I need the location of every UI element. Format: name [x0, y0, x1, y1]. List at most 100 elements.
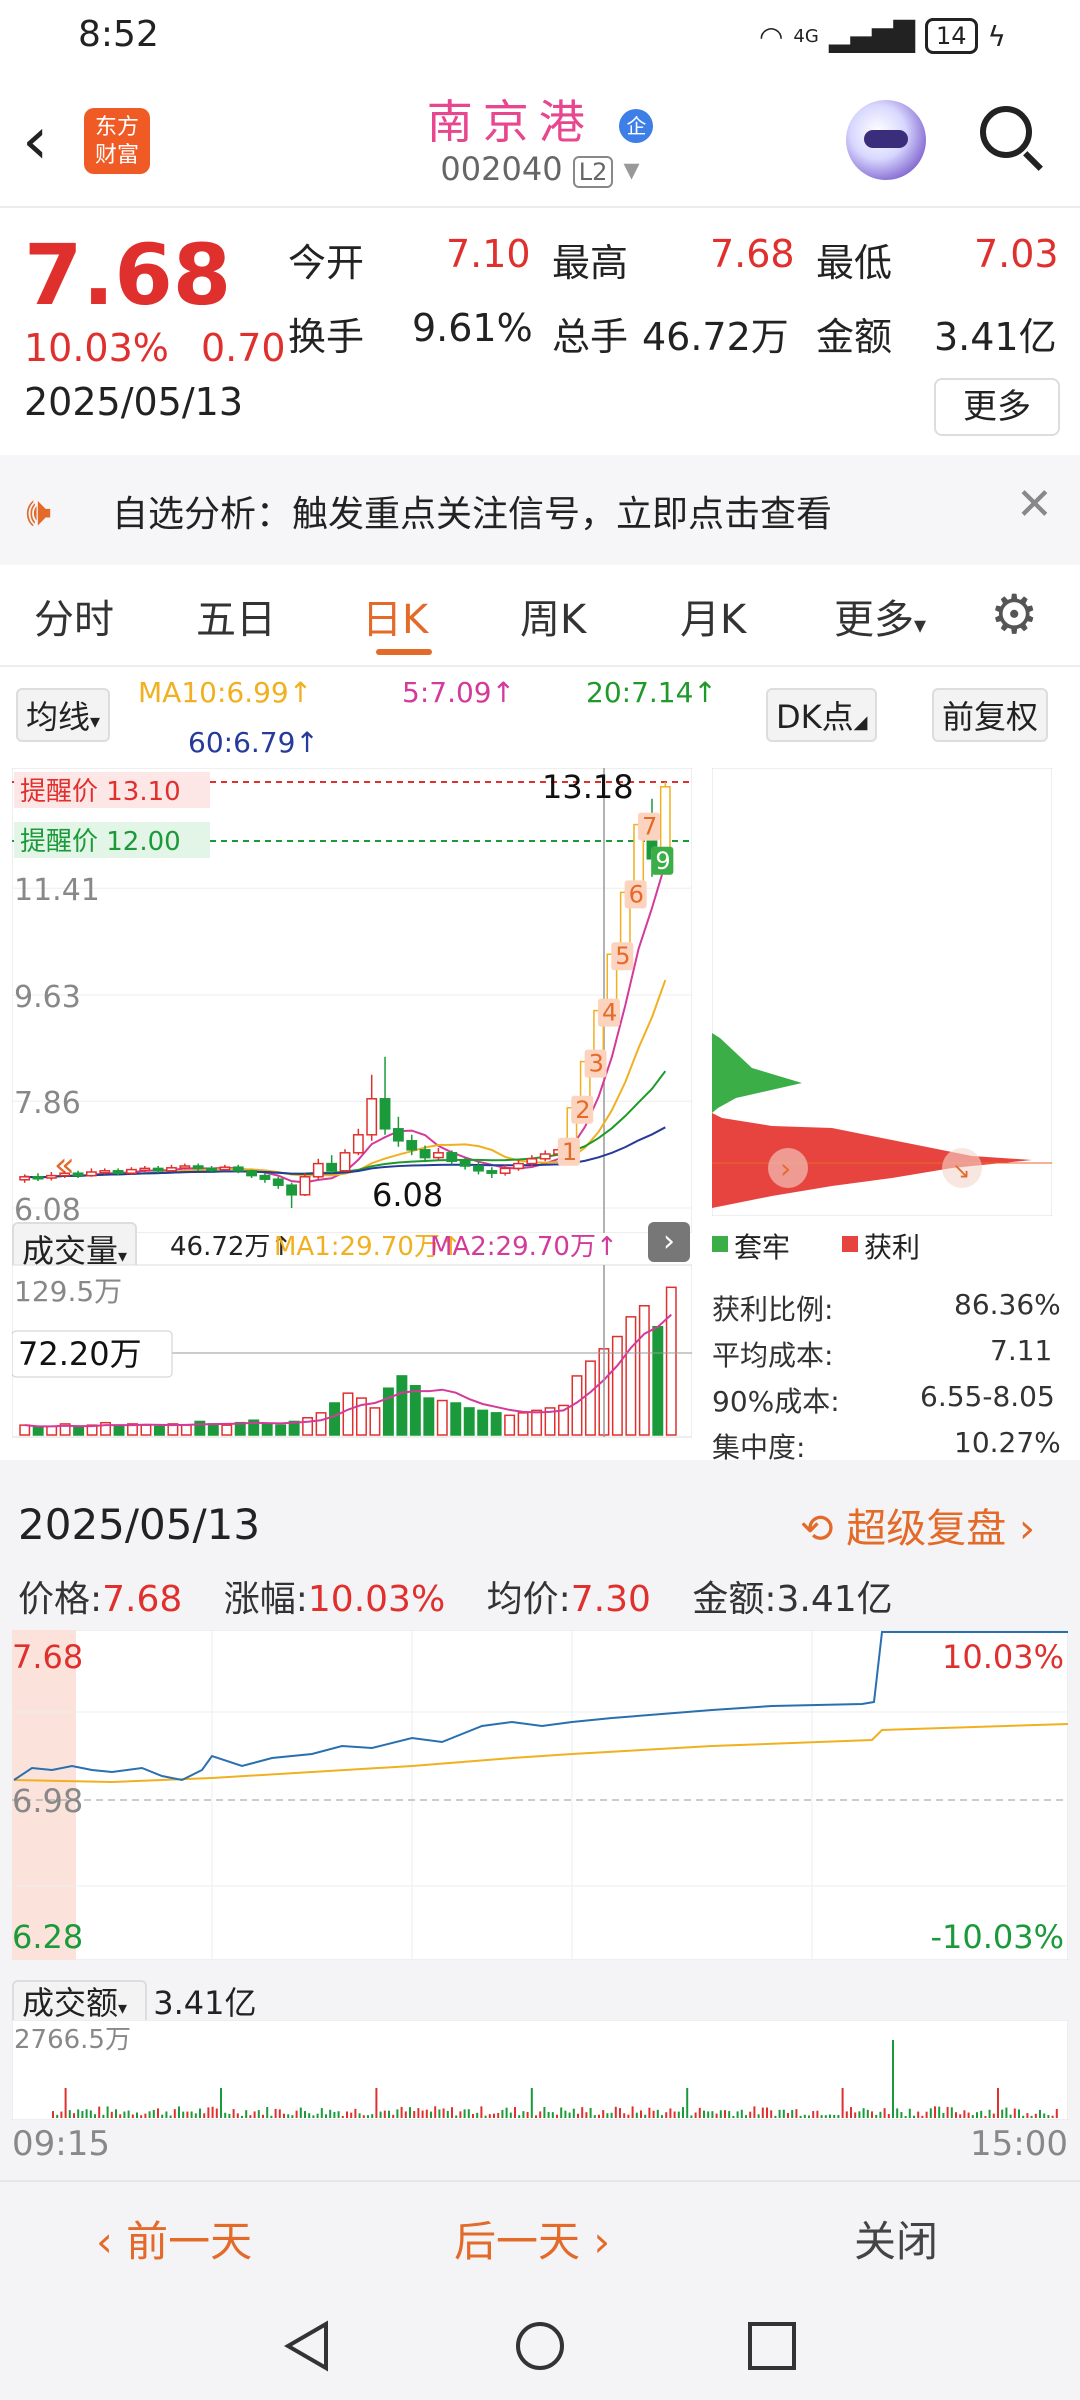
- amount-bar: [312, 2115, 315, 2118]
- max-price-label: 13.18: [542, 768, 634, 806]
- amount-bar: [400, 2106, 403, 2118]
- signal-alert-banner[interactable]: 🕪 自选分析：触发重点关注信号，立即点击查看 ✕: [0, 455, 1080, 565]
- amount-bar: [1001, 2109, 1004, 2118]
- amount-bar: [144, 2113, 147, 2118]
- super-review-link[interactable]: ⟲ 超级复盘 ›: [800, 1496, 1035, 1554]
- intraday-y-mid: 6.98: [12, 1782, 83, 1820]
- amount-bar: [1034, 2113, 1037, 2118]
- volume-bar: [409, 1385, 421, 1436]
- chevron-right-icon: ›: [1018, 1506, 1035, 1552]
- intraday-pct-top: 10.03%: [942, 1638, 1064, 1676]
- amount-bar: [845, 2111, 848, 2118]
- chip-distribution[interactable]: › ↘: [712, 768, 1052, 1216]
- adjust-selector[interactable]: 前复权: [932, 688, 1049, 742]
- amount-bar: [602, 2110, 605, 2118]
- tab-five-day[interactable]: 五日: [196, 587, 276, 645]
- tab-daily-k[interactable]: 日K: [362, 587, 428, 645]
- amount-bar: [992, 2113, 995, 2118]
- volume-bar: [436, 1399, 448, 1436]
- tab-weekly-k[interactable]: 周K: [520, 587, 586, 645]
- volume-chart[interactable]: 129.5万 72.20万: [12, 1235, 692, 1445]
- amount-bar: [228, 2113, 231, 2118]
- amount-bar: [787, 2113, 789, 2118]
- collapse-left-icon[interactable]: «: [54, 1145, 75, 1185]
- close-icon[interactable]: ✕: [1016, 479, 1053, 530]
- search-icon[interactable]: [980, 106, 1032, 158]
- dk-point-selector[interactable]: DK点◢: [766, 688, 878, 742]
- ma5-value: 5:7.09↑: [402, 676, 516, 709]
- amount-bar: [329, 2109, 332, 2118]
- amount-bar: [980, 2110, 983, 2118]
- candle-body: [513, 1162, 524, 1170]
- candle-body: [192, 1165, 204, 1170]
- ma-legend-row: 均线▾ MA10:6.99↑ 5:7.09↑ 20:7.14↑ 60:6.79↑…: [0, 668, 1080, 768]
- amount-bar: [493, 2113, 495, 2118]
- profile-left-arrow-icon[interactable]: ›: [780, 1152, 791, 1185]
- amount-bar: [719, 2110, 722, 2118]
- gear-icon[interactable]: ⚙: [990, 583, 1038, 646]
- amount-bar: [64, 2088, 67, 2118]
- amount-bar: [425, 2109, 428, 2118]
- amount-bar: [677, 2111, 680, 2118]
- amount-bar: [270, 2115, 273, 2118]
- trap-legend-label: 套牢: [734, 1231, 791, 1264]
- amount-bar: [661, 2115, 663, 2118]
- next-day-button[interactable]: 后一天 ›: [454, 2208, 610, 2269]
- amount-bar: [627, 2114, 630, 2118]
- amount-bar: [333, 2111, 336, 2118]
- kline-chart[interactable]: 提醒价 13.10 提醒价 12.00 11.419.637.866.08 13…: [12, 768, 692, 1233]
- open-value: 7.10: [446, 232, 531, 276]
- amount-bar: [803, 2114, 806, 2118]
- stock-code-text: 002040: [440, 150, 563, 188]
- amount-bar: [589, 2107, 592, 2118]
- amount-bar: [89, 2110, 92, 2118]
- candle-body: [246, 1170, 257, 1177]
- amount-bar: [640, 2110, 642, 2118]
- tab-monthly-k[interactable]: 月K: [680, 587, 746, 645]
- candle-body: [339, 1152, 351, 1172]
- candle-body: [219, 1166, 231, 1171]
- clock-history-icon: ⟲: [800, 1506, 834, 1552]
- system-back-icon[interactable]: [280, 2318, 336, 2374]
- amount-bar: [438, 2109, 441, 2118]
- more-button[interactable]: 更多: [934, 378, 1060, 436]
- system-home-icon[interactable]: [512, 2318, 568, 2374]
- amount-bar: [56, 2114, 59, 2118]
- amount-bar: [711, 2111, 714, 2118]
- amount-bar: [556, 2114, 558, 2118]
- candle-body: [112, 1170, 124, 1174]
- signal-icon: ▂▄▆█: [828, 19, 915, 53]
- amount-bar: [110, 2111, 113, 2118]
- amount-bar: [921, 2115, 924, 2118]
- profile-right-arrow-icon[interactable]: ↘: [952, 1159, 970, 1184]
- tab-more[interactable]: 更多▾: [834, 587, 926, 645]
- tab-intraday[interactable]: 分时: [34, 587, 114, 645]
- amount-bar: [131, 2114, 134, 2118]
- intraday-chart[interactable]: 7.68 6.98 6.28 10.03% -10.03%: [12, 1630, 1068, 1960]
- amount-bar: [173, 2109, 176, 2118]
- amount-bar: [614, 2106, 617, 2118]
- amount-bar: [820, 2115, 823, 2118]
- amount-bar: [833, 2114, 836, 2118]
- volume-bar: [531, 1409, 543, 1436]
- close-button[interactable]: 关闭: [854, 2208, 938, 2269]
- volume-bar: [221, 1424, 233, 1436]
- candle-body: [392, 1128, 404, 1142]
- candle-body: [486, 1170, 498, 1174]
- concentration-value: 10.27%: [954, 1426, 1061, 1459]
- chip-legend: 套牢 获利: [712, 1226, 1052, 1266]
- indicator-selector[interactable]: 均线▾: [16, 688, 111, 742]
- detail-amount-label: 金额:: [692, 1579, 777, 1620]
- stock-name-text: 南京港: [426, 95, 595, 149]
- candle-body: [179, 1165, 191, 1169]
- caret-down-icon: ▾: [90, 709, 101, 733]
- volume-y-top: 129.5万: [14, 1275, 122, 1308]
- volume-bar: [652, 1325, 664, 1436]
- amount-total: 3.41亿: [153, 1984, 257, 2022]
- amount-bar: [997, 2088, 999, 2118]
- prev-day-button[interactable]: ‹ 前一天: [96, 2208, 252, 2269]
- amount-bar: [761, 2107, 764, 2118]
- amount-bar: [942, 2112, 945, 2118]
- system-recents-icon[interactable]: [744, 2318, 800, 2374]
- assistant-robot-icon[interactable]: [846, 100, 926, 180]
